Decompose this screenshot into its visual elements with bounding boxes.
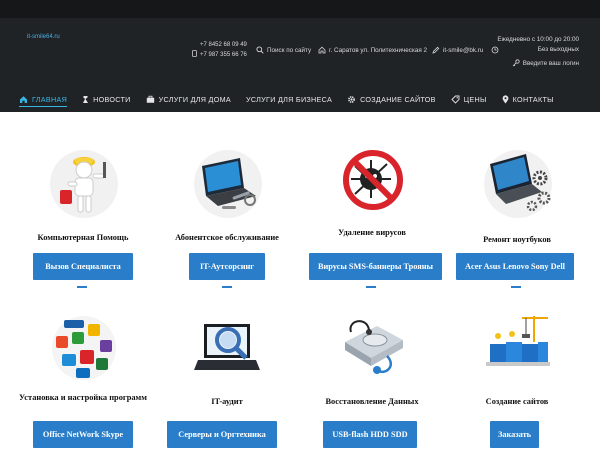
service-title: Установка и настройка программ — [19, 393, 147, 402]
address-text: г. Саратов ул. Политехническая 2 — [329, 46, 427, 54]
service-card-data-recovery: Восстановление Данных USB-flash HDD SDD — [297, 302, 447, 450]
nav-label: ГЛАВНАЯ — [32, 94, 68, 104]
web-construction-image — [482, 312, 554, 384]
virus-removal-button[interactable]: Вирусы SMS-баннеры Трояны — [309, 253, 442, 280]
laptop-magnifier-image — [192, 312, 264, 384]
site-search[interactable]: Поиск по сайту — [256, 46, 311, 54]
search-label: Поиск по сайту — [267, 46, 312, 54]
order-website-button[interactable]: Заказать — [490, 421, 539, 448]
it-outsourcing-button[interactable]: IT-Аутсорсинг — [189, 253, 265, 280]
service-title: Восстановление Данных — [325, 397, 419, 406]
nav-label: ЦЕНЫ — [463, 94, 487, 104]
laptop-gears-image — [482, 148, 554, 220]
nav-item-web-design[interactable]: СОЗДАНИЕ САЙТОВ — [347, 87, 436, 111]
gear-icon — [348, 95, 355, 103]
service-title: Удаление вирусов — [338, 228, 406, 237]
email-text[interactable]: it-smile@bk.ru — [443, 47, 483, 54]
search-icon — [256, 46, 264, 54]
news-icon — [83, 95, 89, 103]
phone-2[interactable]: +7 987 355 66 76 — [200, 51, 247, 60]
services-grid: Компьютерная Помощь Вызов Специалиста Аб… — [0, 112, 600, 450]
briefcase-icon — [146, 95, 154, 103]
service-card-computer-help: Компьютерная Помощь Вызов Специалиста — [8, 112, 158, 292]
service-title: IT-аудит — [211, 397, 243, 406]
address-block: г. Саратов ул. Политехническая 2 — [318, 46, 427, 54]
nav-label: УСЛУГИ ДЛЯ ДОМА — [158, 94, 231, 104]
nav-item-news[interactable]: НОВОСТИ — [82, 87, 131, 111]
service-card-subscription: Абонентское обслуживание IT-Аутсорсинг — [152, 112, 302, 292]
service-card-laptop-repair: Ремонт ноутбуков Acer Asus Lenovo Sony D… — [442, 112, 592, 292]
nav-label: КОНТАКТЫ — [512, 94, 554, 104]
call-specialist-button[interactable]: Вызов Специалиста — [33, 253, 133, 280]
office-network-button[interactable]: Office NetWork Skype — [33, 421, 133, 448]
home-icon — [20, 95, 27, 103]
email-block[interactable]: it-smile@bk.ru — [432, 46, 483, 54]
nav-item-prices[interactable]: ЦЕНЫ — [451, 87, 487, 111]
service-title: Абонентское обслуживание — [175, 233, 279, 242]
phone-icon — [192, 50, 197, 61]
tag-icon — [451, 95, 460, 104]
card-divider — [222, 286, 232, 288]
storage-devices-button[interactable]: USB-flash HDD SDD — [323, 421, 417, 448]
laptop-brands-button[interactable]: Acer Asus Lenovo Sony Dell — [456, 253, 574, 280]
site-header: it-smile64.ru +7 8452 68 09 49 +7 987 35… — [0, 0, 600, 112]
service-title: Ремонт ноутбуков — [483, 235, 551, 244]
nav-label: СОЗДАНИЕ САЙТОВ — [360, 94, 436, 104]
working-hours: Ежедневно с 10:00 до 20:00 Без выходных — [497, 35, 579, 55]
card-divider — [366, 286, 376, 288]
login-label[interactable]: Введите ваш логин — [523, 60, 579, 67]
service-card-it-audit: IT-аудит Серверы и Оргтехника — [152, 302, 302, 450]
phone-1[interactable]: +7 8452 68 09 49 — [200, 41, 247, 50]
robot-repair-image — [48, 148, 120, 220]
nav-item-business-services[interactable]: УСЛУГИ ДЛЯ БИЗНЕСА — [246, 87, 332, 111]
service-card-web-design: Создание сайтов Заказать — [442, 302, 592, 450]
service-title: Компьютерная Помощь — [37, 233, 129, 242]
nav-item-home-services[interactable]: УСЛУГИ ДЛЯ ДОМА — [146, 87, 231, 111]
hard-drive-stethoscope-image — [337, 312, 409, 384]
login-link[interactable]: Введите ваш логин — [512, 59, 579, 67]
main-nav: ГЛАВНАЯ НОВОСТИ УСЛУГИ ДЛЯ ДОМА УСЛУГИ Д… — [0, 87, 600, 111]
laptop-tools-image — [192, 148, 264, 220]
home-icon — [318, 46, 326, 54]
virus-forbidden-image — [337, 146, 409, 218]
card-divider — [511, 286, 521, 288]
service-card-virus-removal: Удаление вирусов Вирусы SMS-баннеры Троя… — [297, 112, 447, 292]
top-strip — [0, 0, 600, 18]
service-title: Создание сайтов — [485, 397, 549, 406]
servers-equipment-button[interactable]: Серверы и Оргтехника — [167, 421, 277, 448]
map-marker-icon — [502, 94, 509, 103]
hours-text: Ежедневно с 10:00 до 20:00 — [497, 36, 579, 43]
phone-list: +7 8452 68 09 49 +7 987 355 66 76 — [192, 41, 247, 61]
service-card-software-setup: Установка и настройка программ Office Ne… — [8, 302, 158, 450]
card-divider — [77, 286, 87, 288]
key-icon — [512, 59, 520, 67]
software-icons-image — [48, 312, 120, 384]
nav-item-home[interactable]: ГЛАВНАЯ — [19, 87, 68, 111]
days-off-text: Без выходных — [537, 46, 579, 53]
site-logo[interactable]: it-smile64.ru — [27, 34, 60, 40]
edit-icon — [432, 46, 440, 54]
nav-item-contacts[interactable]: КОНТАКТЫ — [502, 87, 554, 111]
nav-label: УСЛУГИ ДЛЯ БИЗНЕСА — [246, 94, 333, 104]
nav-label: НОВОСТИ — [93, 94, 131, 104]
